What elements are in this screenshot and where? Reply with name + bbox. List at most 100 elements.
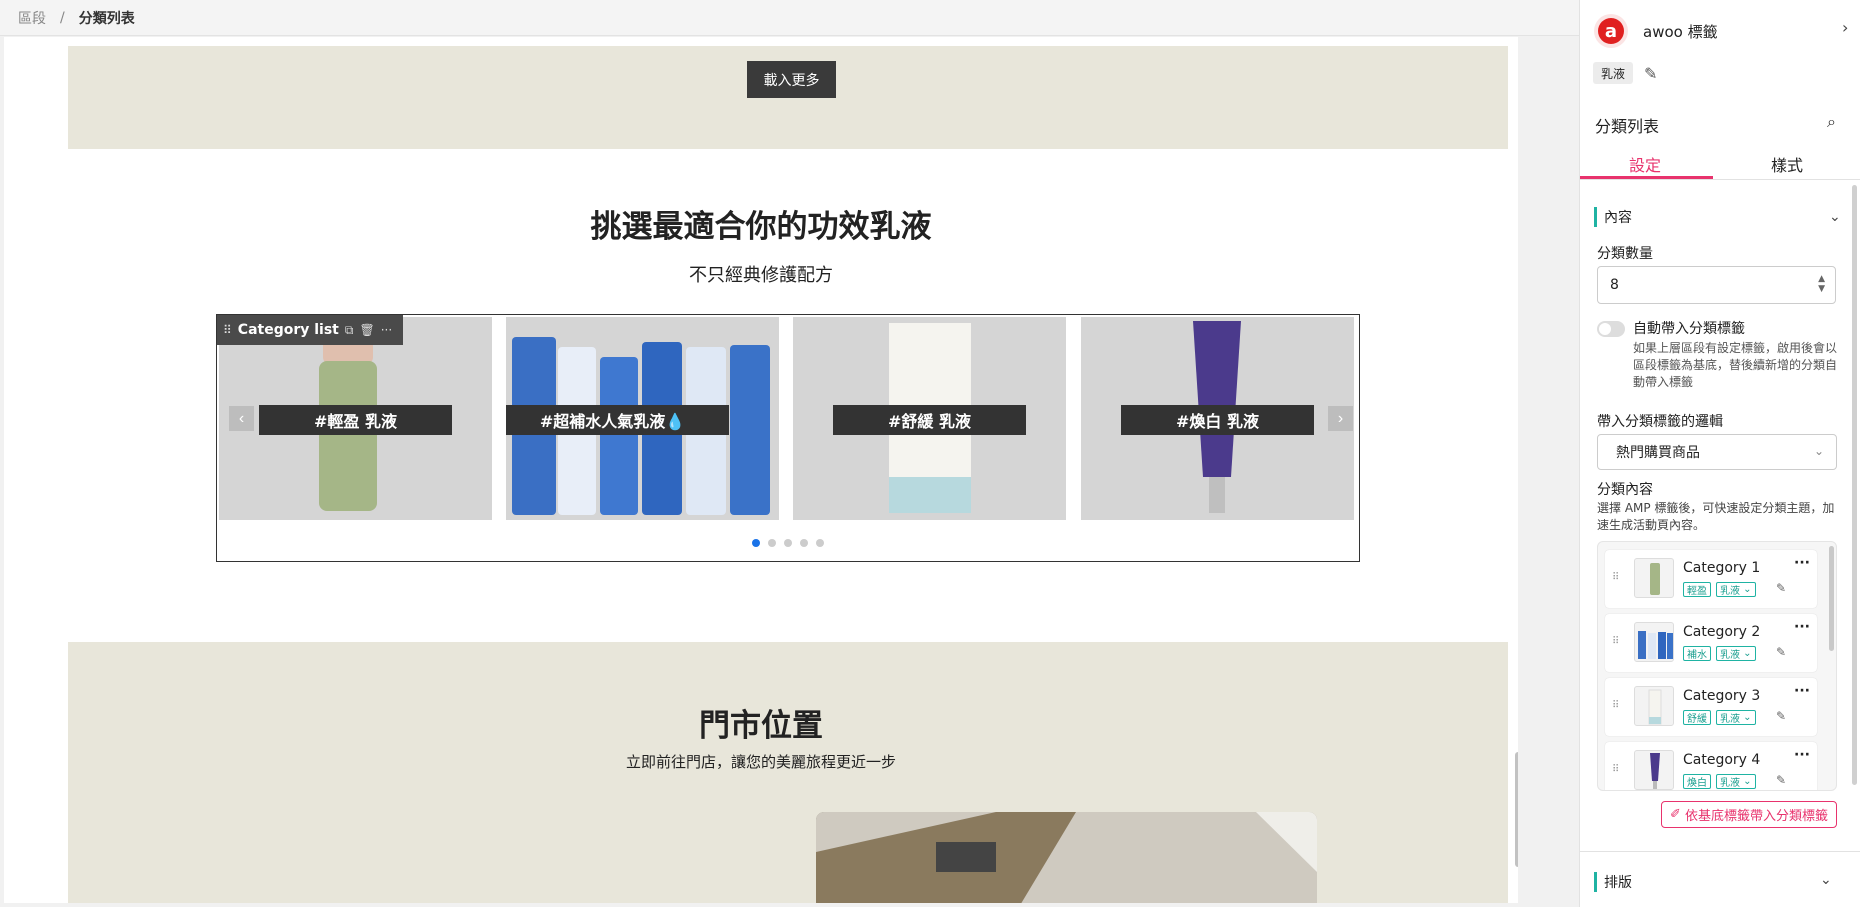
brand-name: awoo 標籤 xyxy=(1643,23,1718,41)
chevron-down-icon[interactable]: ⌄ xyxy=(1829,209,1841,225)
auto-tag-label: 自動帶入分類標籤 xyxy=(1633,321,1745,337)
load-more-button[interactable]: 載入更多 xyxy=(747,61,836,98)
category-name: Category 3 xyxy=(1683,688,1761,704)
category-tile[interactable]: #輕盈 乳液 xyxy=(219,317,492,520)
category-count-input[interactable]: 8 ▲ ▼ xyxy=(1597,266,1836,304)
page-canvas: 載入更多 挑選最適合你的功效乳液 不只經典修護配方 ⠿ Category lis… xyxy=(4,37,1518,903)
category-name: Category 2 xyxy=(1683,624,1761,640)
chevron-right-icon[interactable]: › xyxy=(1842,18,1848,37)
tag-chip-dropdown[interactable]: 乳液 ⌄ xyxy=(1716,774,1756,789)
category-tile[interactable]: #超補水人氣乳液💧 xyxy=(506,317,779,520)
tab-style[interactable]: 樣式 xyxy=(1722,152,1852,176)
breadcrumb-current: 分類列表 xyxy=(78,10,135,27)
breadcrumb: 區段 / 分類列表 xyxy=(0,0,1579,36)
tile-label: #舒緩 乳液 xyxy=(833,405,1026,435)
load-more-band: 載入更多 xyxy=(68,46,1508,149)
carousel-prev-button[interactable]: ‹ xyxy=(229,406,254,431)
awoo-logo: a xyxy=(1594,14,1628,48)
section-title: 挑選最適合你的功效乳液 xyxy=(590,209,932,245)
edit-icon[interactable]: ✎ xyxy=(1776,709,1786,723)
edit-icon[interactable]: ✎ xyxy=(1776,581,1786,595)
tile-label: #超補水人氣乳液💧 xyxy=(506,405,729,435)
tag-chip[interactable]: 補水 xyxy=(1683,646,1711,661)
tag-pill[interactable]: 乳液 xyxy=(1593,62,1634,84)
list-item[interactable]: ⠿ Category 2 ··· 補水 乳液 ⌄ ✎ xyxy=(1605,614,1817,672)
drag-handle-icon[interactable]: ⠿ xyxy=(1612,764,1619,775)
category-name: Category 4 xyxy=(1683,752,1761,768)
category-tile[interactable]: #舒緩 乳液 xyxy=(793,317,1066,520)
logic-select-value: 熱門購買商品 xyxy=(1616,445,1700,461)
edit-icon[interactable]: ✎ xyxy=(1644,64,1657,83)
category-name: Category 1 xyxy=(1683,560,1761,576)
drag-handle-icon[interactable]: ⠿ xyxy=(1612,636,1619,647)
edit-icon[interactable]: ✎ xyxy=(1776,645,1786,659)
store-section-subtitle: 立即前往門店，讓您的美麗旅程更近一步 xyxy=(625,753,896,771)
apply-base-tags-button[interactable]: ✐ 依基底標籤帶入分類標籤 xyxy=(1661,801,1837,828)
tag-chip[interactable]: 舒緩 xyxy=(1683,710,1711,725)
category-thumbnail xyxy=(1634,622,1674,662)
widget-toolbar: ⠿ Category list ⧉ 🗑 ··· xyxy=(217,315,403,345)
breadcrumb-root[interactable]: 區段 xyxy=(18,8,46,28)
store-section-title: 門市位置 xyxy=(699,708,823,744)
tab-divider xyxy=(1580,179,1860,180)
pagination-dot[interactable] xyxy=(816,539,824,547)
category-thumbnail xyxy=(1634,686,1674,726)
tag-chip-dropdown[interactable]: 乳液 ⌄ xyxy=(1716,582,1756,597)
chevron-down-icon: ⌄ xyxy=(1813,444,1824,458)
panel-title: 分類列表 xyxy=(1595,117,1660,136)
more-icon[interactable]: ··· xyxy=(1794,683,1810,699)
tile-label: #煥白 乳液 xyxy=(1121,405,1314,435)
category-list-widget[interactable]: ⠿ Category list ⧉ 🗑 ··· #輕盈 乳液 #超補水人氣乳液💧 xyxy=(216,314,1360,562)
copy-icon[interactable]: ⧉ xyxy=(345,323,354,338)
more-icon[interactable]: ··· xyxy=(1794,619,1810,635)
auto-tag-toggle[interactable] xyxy=(1597,321,1625,337)
category-thumbnail xyxy=(1634,750,1674,790)
search-icon[interactable]: ⌕ xyxy=(1827,112,1836,132)
category-tile[interactable]: #煥白 乳液 xyxy=(1081,317,1354,520)
edit-icon[interactable]: ✎ xyxy=(1776,773,1786,787)
more-icon[interactable]: ··· xyxy=(381,323,392,337)
list-item[interactable]: ⠿ Category 4 ··· 煥白 乳液 ⌄ ✎ xyxy=(1605,742,1817,790)
drag-handle-icon[interactable]: ⠿ xyxy=(1612,572,1619,583)
pagination-dot[interactable] xyxy=(784,539,792,547)
tile-label: #輕盈 乳液 xyxy=(259,405,452,435)
category-list: ⠿ Category 1 ··· 輕盈 乳液 ⌄ ✎ ⠿ Category 2 … xyxy=(1597,541,1837,791)
list-scrollbar[interactable] xyxy=(1829,546,1834,651)
category-thumbnail xyxy=(1634,558,1674,598)
logic-label: 帶入分類標籤的邏輯 xyxy=(1597,414,1723,430)
pagination-dot[interactable] xyxy=(752,539,760,547)
stepper-icon[interactable]: ▲ ▼ xyxy=(1818,274,1825,294)
carousel-next-button[interactable]: › xyxy=(1328,406,1353,431)
count-label: 分類數量 xyxy=(1597,246,1653,262)
tag-chip-dropdown[interactable]: 乳液 ⌄ xyxy=(1716,646,1756,661)
delete-icon[interactable]: 🗑 xyxy=(359,323,374,337)
chevron-down-icon[interactable]: ⌄ xyxy=(1820,872,1832,888)
tag-chip-dropdown[interactable]: 乳液 ⌄ xyxy=(1716,710,1756,725)
pagination-dot[interactable] xyxy=(800,539,808,547)
canvas-scrollbar[interactable] xyxy=(1515,752,1518,867)
magic-wand-icon: ✐ xyxy=(1669,807,1685,822)
pagination-dot[interactable] xyxy=(768,539,776,547)
logic-select[interactable]: 熱門購買商品 ⌄ xyxy=(1597,434,1837,470)
section-subtitle: 不只經典修護配方 xyxy=(689,265,833,286)
drag-handle-icon[interactable]: ⠿ xyxy=(1612,700,1619,711)
content-section-header[interactable]: 內容 xyxy=(1594,207,1632,227)
tag-chip[interactable]: 煥白 xyxy=(1683,774,1711,789)
more-icon[interactable]: ··· xyxy=(1794,555,1810,571)
list-item[interactable]: ⠿ Category 3 ··· 舒緩 乳液 ⌄ ✎ xyxy=(1605,678,1817,736)
store-image xyxy=(816,812,1317,903)
auto-tag-description: 如果上層區段有設定標籤，啟用後會以區段標籤為基底，替後續新增的分類自動帶入標籤 xyxy=(1633,341,1838,389)
breadcrumb-separator: / xyxy=(60,9,65,26)
tab-settings[interactable]: 設定 xyxy=(1580,152,1710,176)
widget-label: Category list xyxy=(237,322,339,338)
tag-chip[interactable]: 輕盈 xyxy=(1683,582,1711,597)
carousel-pagination xyxy=(217,539,1359,547)
layout-section-header[interactable]: 排版 xyxy=(1594,872,1632,892)
list-item[interactable]: ⠿ Category 1 ··· 輕盈 乳液 ⌄ ✎ xyxy=(1605,550,1817,608)
more-icon[interactable]: ··· xyxy=(1794,747,1810,763)
panel-scrollbar[interactable] xyxy=(1852,185,1857,785)
drag-handle-icon[interactable]: ⠿ xyxy=(223,323,232,337)
section-divider xyxy=(1580,851,1860,852)
content-label: 分類內容 xyxy=(1597,482,1653,498)
content-description: 選擇 AMP 標籤後，可快速設定分類主題，加速生成活動頁內容。 xyxy=(1597,501,1835,532)
